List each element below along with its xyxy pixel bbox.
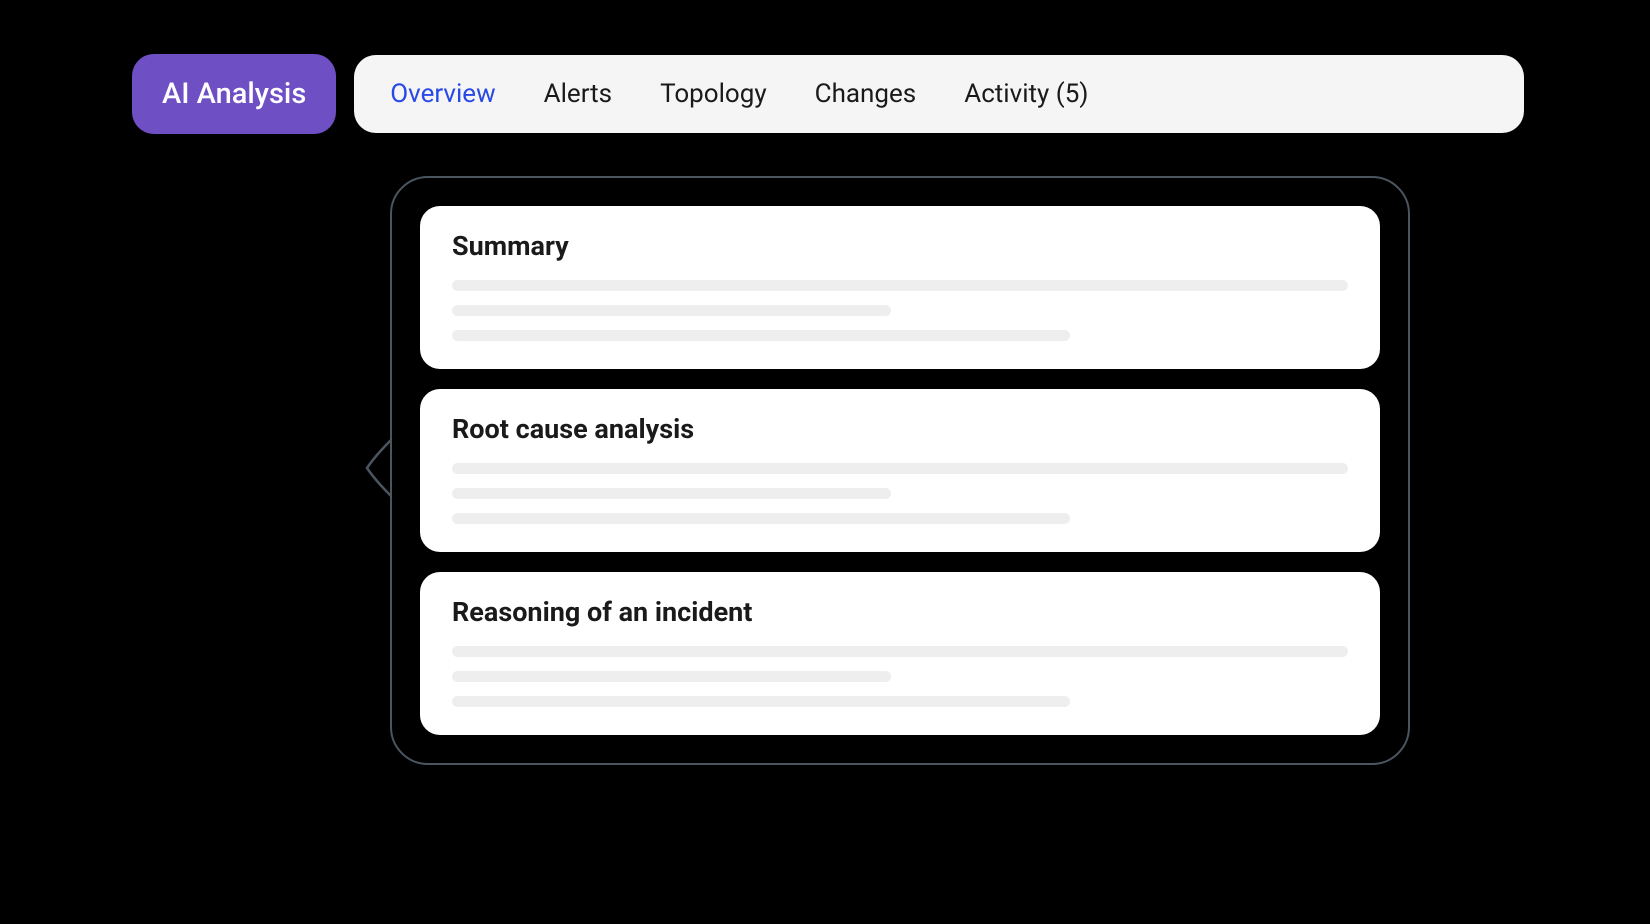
tab-overview[interactable]: Overview bbox=[390, 79, 495, 109]
skeleton-line bbox=[452, 513, 1070, 524]
speech-bubble-tail-icon bbox=[365, 438, 391, 498]
skeleton-line bbox=[452, 488, 891, 499]
skeleton-line bbox=[452, 671, 891, 682]
tabs-bar: Overview Alerts Topology Changes Activit… bbox=[354, 55, 1524, 133]
tab-activity[interactable]: Activity (5) bbox=[964, 79, 1088, 109]
skeleton-line bbox=[452, 646, 1348, 657]
card-title: Summary bbox=[452, 230, 1348, 262]
card-reasoning: Reasoning of an incident bbox=[420, 572, 1380, 735]
card-title: Reasoning of an incident bbox=[452, 596, 1348, 628]
card-root-cause: Root cause analysis bbox=[420, 389, 1380, 552]
skeleton-line bbox=[452, 305, 891, 316]
analysis-bubble: Summary Root cause analysis Reasoning of… bbox=[390, 176, 1410, 765]
skeleton-line bbox=[452, 330, 1070, 341]
skeleton-line bbox=[452, 280, 1348, 291]
skeleton-line bbox=[452, 696, 1070, 707]
card-summary: Summary bbox=[420, 206, 1380, 369]
tab-alerts[interactable]: Alerts bbox=[544, 79, 612, 109]
card-title: Root cause analysis bbox=[452, 413, 1348, 445]
tab-topology[interactable]: Topology bbox=[660, 79, 767, 109]
skeleton-line bbox=[452, 463, 1348, 474]
ai-analysis-button[interactable]: AI Analysis bbox=[132, 54, 336, 134]
tab-changes[interactable]: Changes bbox=[815, 79, 917, 109]
